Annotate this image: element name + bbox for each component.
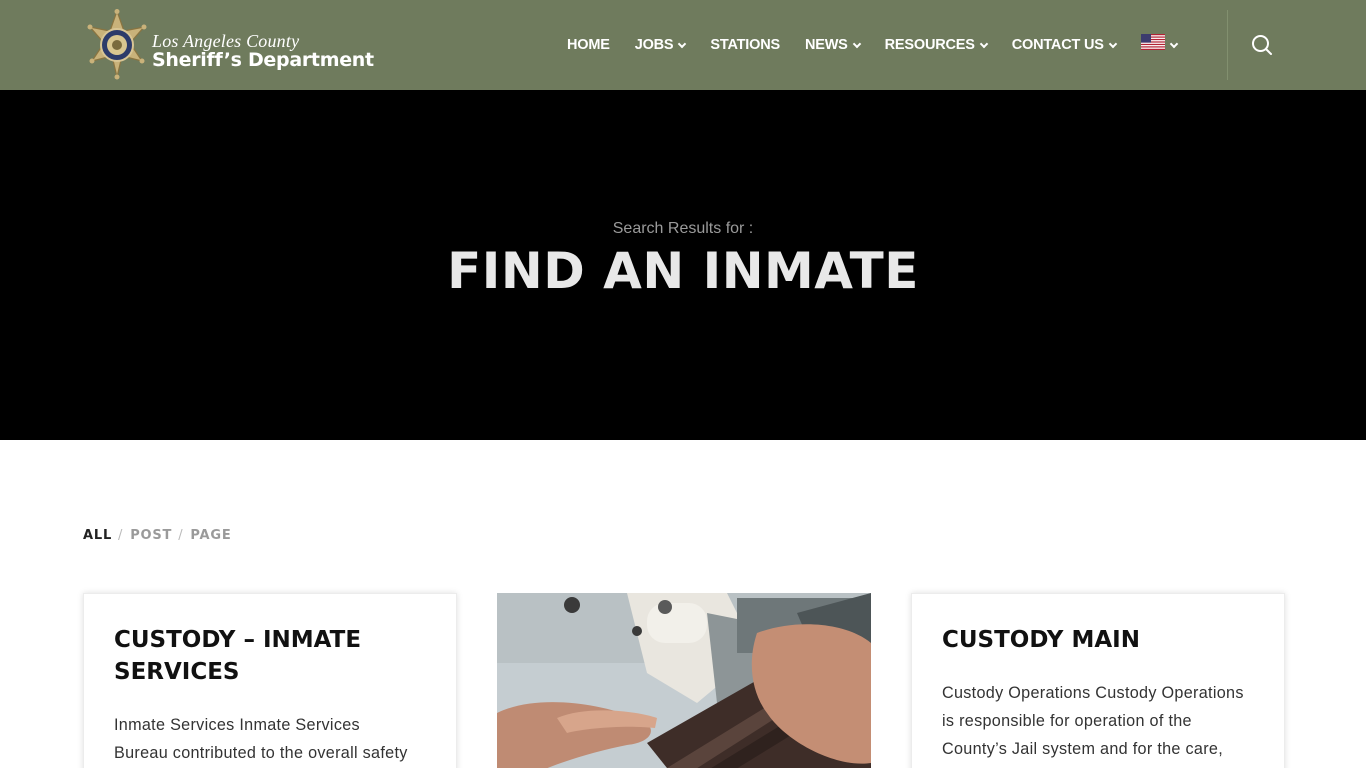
result-card-custody-main[interactable]: CUSTODY MAIN Custody Operations Custody …	[911, 593, 1285, 768]
main-nav: HOME JOBS STATIONS NEWS RESOURCES CONTAC…	[567, 0, 1202, 90]
header-divider	[1227, 10, 1228, 80]
nav-stations-label: STATIONS	[710, 37, 780, 53]
filter-separator: /	[118, 528, 124, 543]
nav-news-label: NEWS	[804, 37, 848, 53]
search-results-subtitle: Search Results for :	[612, 220, 754, 237]
nav-jobs[interactable]: JOBS	[634, 37, 687, 53]
language-selector[interactable]	[1140, 34, 1178, 50]
site-header: Los Angeles County Sheriff’s Department …	[0, 0, 1366, 90]
nav-resources-label: RESOURCES	[884, 37, 975, 53]
result-excerpt-line: Custody Operations Custody Operations	[942, 684, 1244, 702]
nav-stations[interactable]: STATIONS	[710, 37, 780, 53]
filter-post[interactable]: POST	[130, 528, 172, 543]
chevron-down-icon	[852, 39, 861, 48]
result-excerpt-line: Inmate Services Inmate Services	[114, 716, 360, 734]
nav-contact-us-label: CONTACT US	[1011, 37, 1104, 53]
page-title: FIND AN INMATE	[447, 242, 919, 300]
result-title[interactable]: CUSTODY – INMATE SERVICES	[114, 624, 434, 688]
result-excerpt-line: is responsible for operation of the	[942, 712, 1192, 730]
chevron-down-icon	[979, 39, 988, 48]
filter-all[interactable]: ALL	[83, 528, 112, 543]
chevron-down-icon	[1108, 39, 1117, 48]
site-logo[interactable]: Los Angeles County Sheriff’s Department	[84, 9, 444, 81]
us-flag-icon	[1140, 34, 1165, 50]
nav-contact-us[interactable]: CONTACT US	[1011, 37, 1117, 53]
filter-page[interactable]: PAGE	[190, 528, 231, 543]
nav-jobs-label: JOBS	[634, 37, 674, 53]
result-title[interactable]: CUSTODY MAIN	[942, 624, 1262, 656]
search-hero: Search Results for : FIND AN INMATE	[0, 90, 1366, 440]
result-card-custody-inmate-services[interactable]: CUSTODY – INMATE SERVICES Inmate Service…	[83, 593, 457, 768]
chevron-down-icon	[1169, 39, 1178, 48]
search-icon[interactable]	[1250, 33, 1274, 57]
nav-resources[interactable]: RESOURCES	[884, 37, 988, 53]
nav-news[interactable]: NEWS	[804, 37, 861, 53]
result-excerpt-line: Bureau contributed to the overall safety	[114, 744, 408, 762]
logo-department-text: Sheriff’s Department	[152, 49, 374, 71]
result-excerpt-line: County’s Jail system and for the care,	[942, 740, 1224, 758]
filter-separator: /	[178, 528, 184, 543]
nav-home-label: HOME	[567, 37, 610, 53]
sewing-machine-photo[interactable]	[497, 593, 871, 768]
result-type-filters: ALL / POST / PAGE	[83, 528, 232, 543]
sheriff-star-badge-icon	[84, 9, 150, 81]
chevron-down-icon	[678, 39, 687, 48]
nav-home[interactable]: HOME	[567, 37, 610, 53]
